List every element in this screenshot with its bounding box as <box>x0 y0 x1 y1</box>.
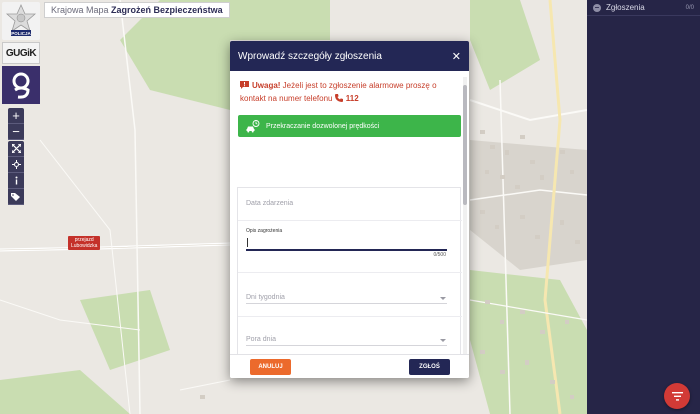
police-star-icon: POLICJA <box>5 4 37 36</box>
reports-count: 0/0 <box>685 4 694 11</box>
report-dialog: Wprowadź szczegóły zgłoszenia ✕ Uwaga! J… <box>230 41 469 378</box>
filter-button[interactable] <box>664 383 690 409</box>
gugik-logo: GUGiK <box>2 42 40 64</box>
description-counter: 0/500 <box>433 252 446 258</box>
zoom-out-button[interactable]: − <box>8 124 24 140</box>
map-place-label-line2: Lubowidzka <box>71 243 98 249</box>
map-place-label[interactable]: przejazd Lubowidzka <box>68 236 101 250</box>
warning-bold: Uwaga! <box>252 81 281 90</box>
police-logo: POLICJA <box>2 2 40 40</box>
divider <box>238 272 462 273</box>
divider <box>238 316 462 317</box>
description-input[interactable] <box>246 249 447 251</box>
crosshair-icon <box>11 160 21 169</box>
zoom-controls: + − <box>8 108 24 140</box>
dialog-body[interactable]: Uwaga! Jeżeli jest to zgłoszenie alarmow… <box>230 71 469 354</box>
phone-icon <box>334 94 343 102</box>
locate-button[interactable] <box>8 157 24 173</box>
zoom-in-button[interactable]: + <box>8 108 24 124</box>
info-icon <box>15 176 17 185</box>
app-title: Krajowa Mapa Zagrożeń Bezpieczeństwa <box>44 2 230 18</box>
report-form: Data zdarzenia Opis zagrożenia 0/500 Dni… <box>237 187 462 354</box>
emergency-number: 112 <box>345 94 359 103</box>
tags-button[interactable] <box>8 189 24 205</box>
fullscreen-button[interactable] <box>8 141 24 157</box>
submit-button[interactable]: ZGŁOŚ <box>409 359 450 375</box>
date-field[interactable]: Data zdarzenia <box>246 200 293 207</box>
collapse-icon[interactable]: – <box>593 3 601 12</box>
reports-panel-header[interactable]: – Zgłoszenia 0/0 <box>587 0 700 16</box>
expand-arrows-icon <box>11 144 21 153</box>
reports-panel-title: Zgłoszenia <box>606 3 645 12</box>
alert-message-icon <box>240 81 249 89</box>
dialog-header: Wprowadź szczegóły zgłoszenia ✕ <box>230 41 469 71</box>
map-tools <box>8 141 24 205</box>
divider <box>238 220 462 221</box>
dialog-title: Wprowadź szczegóły zgłoszenia <box>238 50 382 62</box>
reports-panel: – Zgłoszenia 0/0 <box>587 0 700 414</box>
emergency-warning: Uwaga! Jeżeli jest to zgłoszenie alarmow… <box>230 71 469 105</box>
chevron-down-icon <box>440 297 446 300</box>
scrollbar-thumb[interactable] <box>463 85 467 205</box>
description-label: Opis zagrożenia <box>246 228 283 234</box>
tag-icon <box>11 193 20 201</box>
category-speeding-button[interactable]: Przekraczanie dozwolonej prędkości <box>238 115 461 137</box>
days-of-week-select[interactable]: Dni tygodnia <box>246 294 285 301</box>
category-label: Przekraczanie dozwolonej prędkości <box>266 122 380 130</box>
close-icon[interactable]: ✕ <box>452 50 461 63</box>
speeding-car-icon <box>246 119 260 132</box>
app-title-main: Zagrożeń Bezpieczeństwa <box>111 5 223 15</box>
dialog-footer: ANULUJ ZGŁOŚ <box>230 354 469 378</box>
geoportal-g-icon <box>12 72 30 99</box>
time-of-day-select[interactable]: Pora dnia <box>246 336 276 343</box>
info-button[interactable] <box>8 173 24 189</box>
select-underline <box>246 345 447 346</box>
app-title-prefix: Krajowa Mapa <box>51 5 109 15</box>
dialog-scrollbar[interactable] <box>463 77 467 354</box>
filter-icon <box>671 391 683 401</box>
cancel-button[interactable]: ANULUJ <box>250 359 291 375</box>
geoportal-logo <box>2 66 40 104</box>
text-cursor <box>247 238 248 247</box>
chevron-down-icon <box>440 339 446 342</box>
police-logo-text: POLICJA <box>11 31 31 36</box>
select-underline <box>246 303 447 304</box>
